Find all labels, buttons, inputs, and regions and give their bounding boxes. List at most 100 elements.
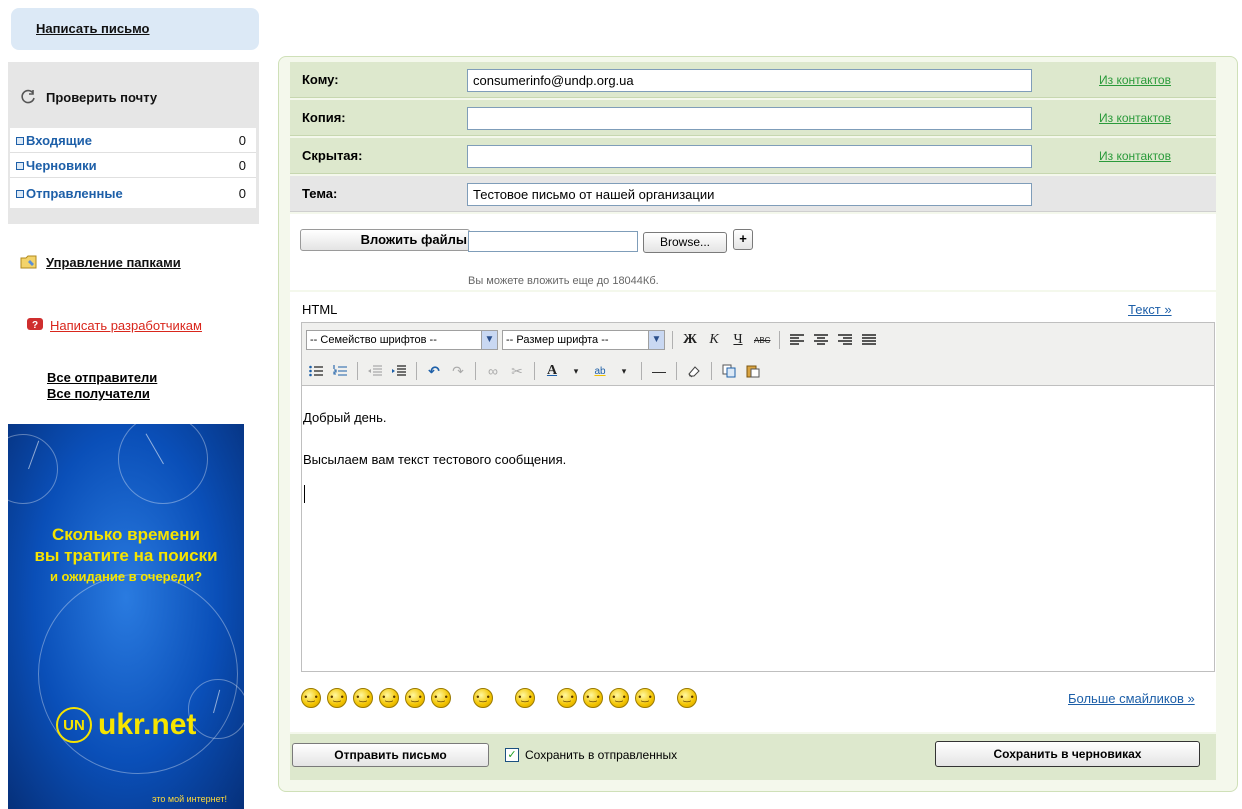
smiley-icon[interactable] [583,688,603,708]
bcc-field[interactable] [467,145,1032,168]
cc-row: Копия: Из контактов [290,100,1216,136]
text-color-icon[interactable]: A [542,361,562,381]
smiley-icon[interactable] [301,688,321,708]
font-size-value: -- Размер шрифта -- [506,334,609,346]
cc-from-contacts-link[interactable]: Из контактов [1099,111,1171,125]
unlink-icon[interactable]: ✂ [507,361,527,381]
file-path-input[interactable] [468,231,638,252]
smiley-icon[interactable] [473,688,493,708]
save-draft-button[interactable]: Сохранить в черновиках [935,741,1200,767]
folder-drafts-label[interactable]: Черновики [26,158,97,173]
toolbar-separator [416,362,417,380]
strikethrough-icon[interactable]: ABC [752,330,772,350]
to-field[interactable] [467,69,1032,92]
banner-logo: UN ukr.net [56,707,196,743]
save-to-sent-option[interactable]: ✓ Сохранить в отправленных [505,748,677,762]
manage-folders-link[interactable]: Управление папками [20,254,181,270]
folder-inbox[interactable]: Входящие 0 [10,128,256,153]
folder-drafts[interactable]: Черновики 0 [10,153,256,178]
check-mail-label: Проверить почту [46,89,158,105]
toolbar-separator [357,362,358,380]
attach-files-button[interactable]: Вложить файлы [300,229,470,251]
font-family-select[interactable]: -- Семейство шрифтов -- ▼ [306,330,498,350]
subject-row: Тема: [290,176,1216,212]
align-right-icon[interactable] [835,330,855,350]
send-button[interactable]: Отправить письмо [292,743,489,767]
smiley-icon[interactable] [609,688,629,708]
highlight-color-icon[interactable]: ab [590,361,610,381]
compose-button[interactable]: Написать письмо [11,8,259,50]
browse-button[interactable]: Browse... [643,232,727,253]
align-center-icon[interactable] [811,330,831,350]
more-smileys-link[interactable]: Больше смайликов » [1068,691,1195,706]
paste-icon[interactable] [743,361,763,381]
write-developers-label: Написать разработчикам [50,317,202,333]
chevron-down-icon[interactable]: ▾ [566,361,586,381]
add-attachment-button[interactable]: + [733,229,753,250]
toolbar-separator [641,362,642,380]
smiley-icon[interactable] [379,688,399,708]
folder-inbox-label[interactable]: Входящие [26,133,92,148]
bcc-from-contacts-link[interactable]: Из контактов [1099,149,1171,163]
subject-label: Тема: [302,186,338,201]
manage-folders-label: Управление папками [46,254,181,270]
redo-icon[interactable]: ↷ [448,361,468,381]
write-developers-link[interactable]: ? Написать разработчикам [26,317,202,333]
outdent-icon[interactable] [365,361,385,381]
copy-icon[interactable] [719,361,739,381]
message-line-2: Высылаем вам текст тестового сообщения. [303,452,567,467]
subject-field[interactable] [467,183,1032,206]
all-senders-link[interactable]: Все отправители [47,370,157,386]
save-to-sent-checkbox[interactable]: ✓ [505,748,519,762]
italic-icon[interactable]: К [704,330,724,350]
indent-icon[interactable] [389,361,409,381]
smiley-bar [301,683,703,713]
smiley-icon[interactable] [635,688,655,708]
clock-decoration [38,574,238,774]
font-family-value: -- Семейство шрифтов -- [310,334,437,346]
chevron-down-icon[interactable]: ▾ [614,361,634,381]
banner-brand: ukr.net [98,708,197,741]
attach-limit-note: Вы можете вложить еще до 18044Кб. [468,275,659,287]
compose-label[interactable]: Написать письмо [36,21,150,36]
link-icon[interactable]: ∞ [483,361,503,381]
folder-drafts-count: 0 [238,157,246,173]
align-justify-icon[interactable] [859,330,879,350]
smiley-icon[interactable] [557,688,577,708]
smiley-icon[interactable] [515,688,535,708]
cc-label: Копия: [302,110,346,125]
smiley-icon[interactable] [353,688,373,708]
check-mail-button[interactable]: Проверить почту [20,89,157,105]
bold-icon[interactable]: Ж [680,330,700,350]
folder-sent[interactable]: Отправленные 0 [10,178,256,208]
all-recipients-link[interactable]: Все получатели [47,386,157,402]
smiley-icon[interactable] [405,688,425,708]
cc-field[interactable] [467,107,1032,130]
bcc-label: Скрытая: [302,148,363,163]
font-size-select[interactable]: -- Размер шрифта -- ▼ [502,330,665,350]
eraser-icon[interactable] [684,361,704,381]
to-from-contacts-link[interactable]: Из контактов [1099,73,1171,87]
attach-area [290,214,1216,290]
folder-inbox-count: 0 [238,132,246,148]
to-label: Кому: [302,72,339,87]
bullet-list-icon[interactable] [306,361,326,381]
message-editor[interactable]: Добрый день. Высылаем вам текст тестовог… [301,386,1215,672]
underline-icon[interactable]: Ч [728,330,748,350]
banner-slogan: это мой интернет! [152,794,227,804]
toolbar-row-2: ↶ ↷ ∞ ✂ A ▾ ab ▾ — [306,359,763,383]
folder-sent-label[interactable]: Отправленные [26,186,123,201]
horizontal-rule-icon[interactable]: — [649,361,669,381]
undo-icon[interactable]: ↶ [424,361,444,381]
message-line-1: Добрый день. [303,410,387,425]
align-left-icon[interactable] [787,330,807,350]
smiley-icon[interactable] [677,688,697,708]
smiley-icon[interactable] [327,688,347,708]
text-mode-link[interactable]: Текст » [1128,302,1172,317]
ukrnet-logo-icon: UN [56,707,92,743]
numbered-list-icon[interactable] [330,361,350,381]
senders-links: Все отправители Все получатели [47,370,157,402]
smiley-icon[interactable] [431,688,451,708]
ad-banner[interactable]: Сколько времени вы тратите на поиски и о… [8,424,244,809]
banner-line-1: Сколько времени [52,525,200,544]
